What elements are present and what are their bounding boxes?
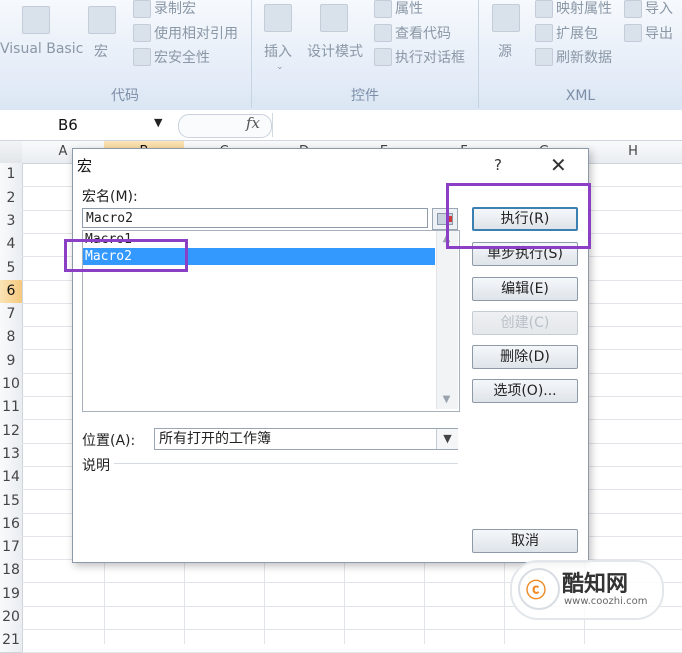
description-divider [114, 463, 458, 464]
export-button[interactable]: 导出 [645, 23, 673, 43]
macro-name-input[interactable]: Macro2 [82, 208, 428, 228]
macros-icon [88, 6, 116, 34]
name-box-dropdown-icon[interactable]: ▼ [154, 116, 162, 129]
source-button[interactable]: 源 [498, 41, 512, 61]
row-header-7[interactable]: 7 [0, 303, 23, 327]
location-label: 位置(A): [82, 433, 136, 449]
record-macro-button[interactable]: 录制宏 [154, 0, 196, 18]
watermark-url: www.coozhi.com [564, 596, 648, 607]
use-relative-reference-button[interactable]: 使用相对引用 [154, 23, 238, 43]
row-header-16[interactable]: 16 [0, 513, 23, 537]
row-header-1[interactable]: 1 [0, 163, 23, 187]
row-header-2[interactable]: 2 [0, 186, 23, 211]
xml-group-label: XML [565, 88, 596, 104]
properties-button[interactable]: 属性 [395, 0, 423, 18]
scroll-down-icon[interactable]: ▼ [436, 394, 457, 405]
watermark-title: 酷知网 [562, 572, 629, 597]
run-dialog-button[interactable]: 执行对话框 [395, 47, 465, 67]
gridline [22, 629, 682, 630]
record-macro-icon [133, 0, 151, 18]
name-box[interactable] [0, 114, 172, 136]
macro-name-label: 宏名(M): [82, 189, 138, 205]
row-header-15[interactable]: 15 [0, 489, 23, 514]
view-code-button[interactable]: 查看代码 [395, 23, 451, 43]
map-properties-icon [535, 0, 553, 18]
code-group-label: 代码 [111, 88, 139, 104]
source-icon [492, 4, 520, 32]
row-header-14[interactable]: 14 [0, 466, 23, 490]
close-icon[interactable]: ✕ [550, 153, 567, 177]
visual-basic-icon [22, 6, 50, 34]
select-all-corner[interactable] [0, 141, 23, 164]
expansion-packs-button[interactable]: 扩展包 [556, 23, 598, 43]
row-header-3[interactable]: 3 [0, 210, 23, 234]
insert-function-icon[interactable]: fx [246, 114, 260, 132]
map-properties-button[interactable]: 映射属性 [556, 0, 612, 18]
insert-dropdown-icon: ⌄ [276, 62, 284, 72]
refresh-data-icon [535, 48, 553, 66]
row-header-12[interactable]: 12 [0, 419, 23, 444]
list-scrollbar[interactable] [436, 231, 458, 409]
location-select[interactable]: 所有打开的工作簿 [154, 428, 458, 450]
description-label: 说明 [82, 458, 110, 474]
row-header-11[interactable]: 11 [0, 396, 23, 420]
edit-button[interactable]: 编辑(E) [472, 277, 578, 301]
options-button[interactable]: 选项(O)... [472, 379, 578, 403]
row-header-20[interactable]: 20 [0, 606, 23, 630]
row-header-21[interactable]: 21 [0, 629, 23, 653]
help-button[interactable]: ? [494, 156, 502, 174]
expansion-packs-icon [535, 24, 553, 42]
row-header-8[interactable]: 8 [0, 326, 23, 350]
row-header-19[interactable]: 19 [0, 582, 23, 607]
row-header-13[interactable]: 13 [0, 443, 23, 467]
row-header-9[interactable]: 9 [0, 349, 23, 374]
row-header-17[interactable]: 17 [0, 536, 23, 560]
row-header-4[interactable]: 4 [0, 233, 23, 257]
export-icon [624, 24, 642, 42]
dialog-title: 宏 [77, 157, 93, 175]
macro-security-icon [133, 48, 151, 66]
cancel-button[interactable]: 取消 [472, 529, 578, 553]
properties-icon [374, 0, 392, 18]
run-dialog-icon [374, 48, 392, 66]
insert-control-icon [264, 4, 292, 32]
macros-button[interactable]: 宏 [94, 41, 108, 61]
create-button: 创建(C) [472, 311, 578, 335]
name-box-value: B6 [58, 116, 78, 134]
annotation-highlight-run [446, 183, 591, 249]
row-header-6[interactable]: 6 [0, 280, 23, 304]
import-icon [624, 0, 642, 18]
annotation-highlight-macro2 [64, 239, 188, 272]
row-header-10[interactable]: 10 [0, 373, 23, 397]
watermark-logo-mark-icon: ⓒ [526, 578, 546, 602]
visual-basic-button[interactable]: Visual Basic [0, 41, 83, 57]
delete-button[interactable]: 删除(D) [472, 345, 578, 369]
column-header-h[interactable]: H [584, 141, 682, 164]
macro-security-button[interactable]: 宏安全性 [154, 47, 210, 67]
design-mode-button[interactable]: 设计模式 [307, 41, 363, 61]
row-header-18[interactable]: 18 [0, 559, 23, 583]
refresh-data-button[interactable]: 刷新数据 [556, 47, 612, 67]
view-code-icon [374, 24, 392, 42]
insert-control-button[interactable]: 插入 [264, 41, 292, 61]
chevron-down-icon[interactable]: ▼ [436, 429, 458, 449]
relative-reference-icon [133, 24, 151, 42]
row-header-5[interactable]: 5 [0, 256, 23, 281]
import-button[interactable]: 导入 [645, 0, 673, 18]
controls-group-label: 控件 [351, 88, 379, 104]
design-mode-icon [320, 4, 348, 32]
formula-divider [272, 113, 273, 137]
